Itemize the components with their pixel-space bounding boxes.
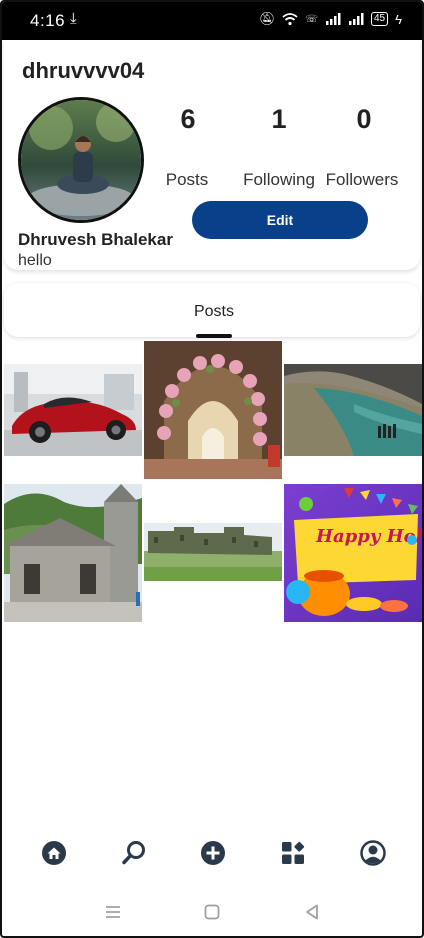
followers-label[interactable]: Followers — [312, 170, 412, 190]
home-button-icon[interactable] — [202, 902, 222, 922]
download-icon: ⤓ — [70, 10, 77, 27]
full-name: Dhruvesh Bhalekar — [18, 230, 173, 249]
bio: hello — [18, 252, 52, 269]
charging-icon: ϟ — [395, 11, 402, 27]
username: dhruvvvv04 — [22, 58, 145, 83]
status-bar: 4:16 ⤓ 🔕︎ ☏ 45 ϟ — [2, 2, 422, 40]
profile-icon[interactable] — [360, 840, 386, 866]
tab-posts[interactable]: Posts — [174, 303, 254, 321]
edit-profile-button[interactable]: Edit — [192, 201, 368, 239]
recent-apps-icon[interactable] — [103, 902, 123, 922]
post-thumbnail-fort[interactable] — [144, 523, 282, 581]
home-icon[interactable] — [41, 840, 67, 866]
holi-greeting-text: Happy Holi! — [315, 526, 422, 547]
back-icon[interactable] — [302, 902, 322, 922]
mute-icon: 🔕︎ — [258, 11, 276, 26]
followers-count[interactable]: 0 — [324, 104, 404, 135]
post-thumbnail-river[interactable] — [284, 364, 422, 456]
dashboard-icon[interactable] — [280, 840, 306, 866]
posts-label: Posts — [165, 170, 209, 189]
signal-icon-2 — [348, 13, 364, 25]
profile-tabs: Posts — [4, 283, 420, 338]
avatar[interactable] — [18, 97, 144, 223]
post-thumbnail-car[interactable] — [4, 364, 142, 456]
app-frame: 4:16 ⤓ 🔕︎ ☏ 45 ϟ dhruvvvv04 6 1 0 Posts … — [0, 0, 424, 938]
status-time: 4:16 — [30, 11, 66, 30]
wifi-icon — [282, 13, 299, 26]
signal-icon-1 — [325, 13, 341, 25]
add-icon[interactable] — [200, 840, 226, 866]
post-thumbnail-decor[interactable] — [144, 341, 282, 479]
post-thumbnail-holi[interactable]: Happy Holi! — [284, 484, 422, 622]
following-count[interactable]: 1 — [239, 104, 319, 135]
tab-active-indicator — [196, 334, 232, 338]
posts-count: 6 — [180, 104, 196, 134]
status-icons: 🔕︎ ☏ 45 ϟ — [259, 11, 402, 27]
profile-header: dhruvvvv04 6 1 0 Posts Following Followe… — [4, 40, 420, 270]
battery-level: 45 — [370, 12, 389, 26]
search-icon[interactable] — [121, 840, 147, 866]
volte-icon: ☏ — [305, 13, 318, 25]
post-thumbnail-temple[interactable] — [4, 484, 142, 622]
